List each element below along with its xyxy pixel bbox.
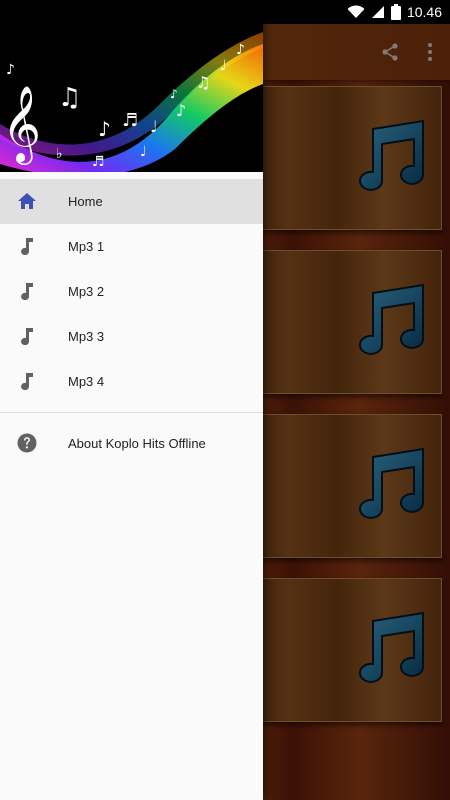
- svg-text:♫: ♫: [58, 83, 81, 113]
- music-note-icon: [16, 325, 38, 347]
- svg-text:♩: ♩: [140, 144, 147, 160]
- signal-icon: [371, 6, 384, 18]
- drawer-item-mp3-4[interactable]: Mp3 4: [0, 359, 263, 404]
- drawer-item-mp3-2[interactable]: Mp3 2: [0, 269, 263, 314]
- drawer-item-label: Mp3 4: [68, 374, 105, 389]
- wifi-icon: [347, 5, 365, 18]
- drawer-item-label: Mp3 1: [68, 239, 105, 254]
- status-bar: 10.46: [0, 0, 450, 24]
- drawer-item-mp3-3[interactable]: Mp3 3: [0, 314, 263, 359]
- music-note-icon: [16, 235, 38, 257]
- svg-text:♫: ♫: [196, 73, 210, 92]
- svg-text:♬: ♬: [122, 110, 138, 131]
- svg-text:♪: ♪: [28, 169, 38, 172]
- drawer-item-label: About Koplo Hits Offline: [68, 436, 206, 451]
- music-notes-rainbow-banner: 𝄞 ♫ ♪ ♬ ♩ ♪ ♫ ♩ ♪ ♪ ♪ ♭ ♬ ♩ ♪: [0, 32, 263, 172]
- svg-text:♪: ♪: [6, 62, 15, 78]
- svg-text:♪: ♪: [98, 117, 111, 141]
- music-note-icon: [16, 370, 38, 392]
- drawer-item-label: Mp3 3: [68, 329, 105, 344]
- svg-text:♩: ♩: [220, 58, 227, 74]
- drawer-divider: [0, 412, 263, 413]
- drawer-item-home[interactable]: Home: [0, 179, 263, 224]
- drawer-item-label: Home: [68, 194, 103, 209]
- home-icon: [16, 190, 38, 212]
- battery-icon: [390, 4, 401, 20]
- drawer-item-label: Mp3 2: [68, 284, 105, 299]
- navigation-drawer: 𝄞 ♫ ♪ ♬ ♩ ♪ ♫ ♩ ♪ ♪ ♪ ♭ ♬ ♩ ♪ Home: [0, 0, 263, 800]
- drawer-menu: Home Mp3 1 Mp3 2 Mp3 3 Mp3 4 About Koplo…: [0, 179, 263, 466]
- music-note-icon: [16, 280, 38, 302]
- svg-text:♩: ♩: [150, 117, 158, 136]
- svg-text:♭: ♭: [56, 146, 63, 162]
- drawer-header-image: 𝄞 ♫ ♪ ♬ ♩ ♪ ♫ ♩ ♪ ♪ ♪ ♭ ♬ ♩ ♪: [0, 24, 263, 172]
- drawer-item-about[interactable]: About Koplo Hits Offline: [0, 421, 263, 466]
- svg-text:♪: ♪: [236, 42, 245, 58]
- svg-text:𝄞: 𝄞: [2, 85, 41, 165]
- svg-text:♪: ♪: [176, 101, 186, 120]
- help-icon: [16, 432, 38, 454]
- drawer-item-mp3-1[interactable]: Mp3 1: [0, 224, 263, 269]
- clock: 10.46: [406, 4, 442, 20]
- svg-text:♬: ♬: [92, 154, 105, 170]
- svg-text:♪: ♪: [170, 87, 178, 101]
